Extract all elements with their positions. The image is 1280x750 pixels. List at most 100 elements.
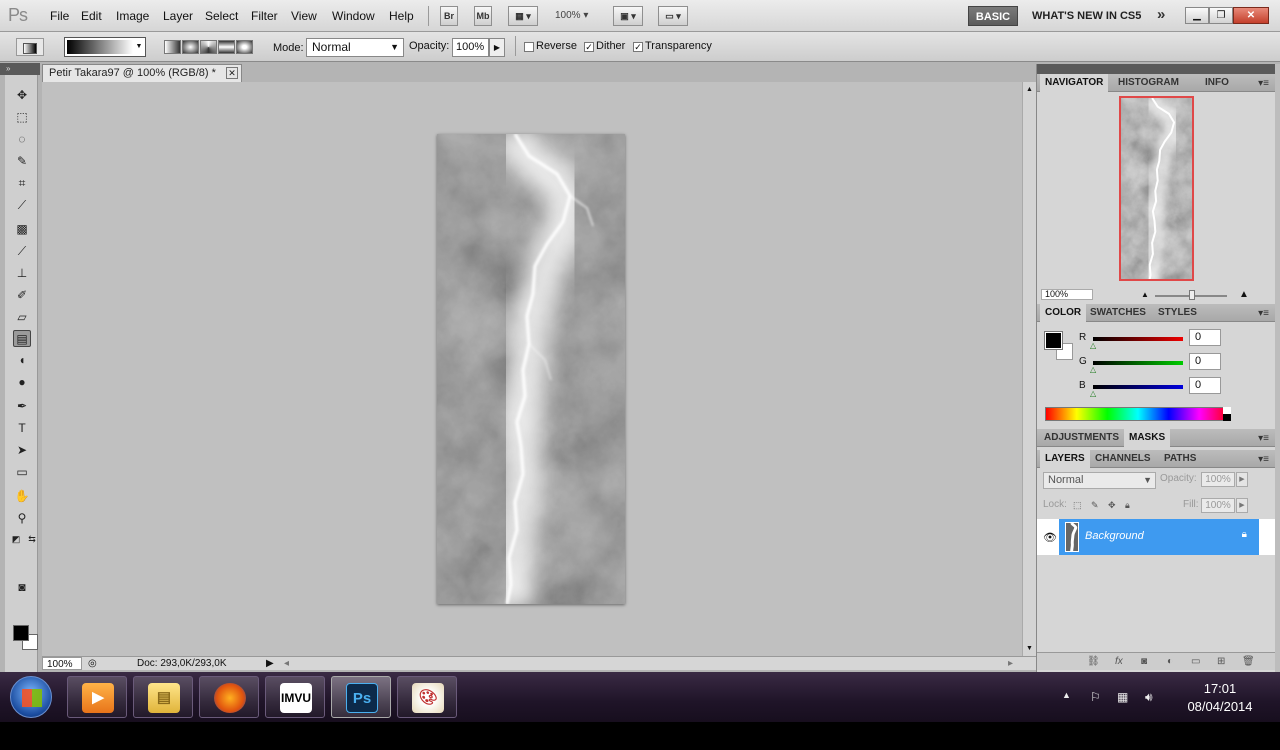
system-clock[interactable]: 17:01 08/04/2014: [1180, 680, 1260, 716]
diamond-gradient-button[interactable]: [236, 40, 253, 54]
green-slider-thumb[interactable]: △: [1090, 365, 1096, 374]
swap-colors-icon[interactable]: ⇆: [23, 531, 41, 548]
toolbar-collapse-handle[interactable]: »: [0, 63, 40, 75]
minimize-button[interactable]: ▁: [1185, 7, 1209, 24]
vertical-scrollbar[interactable]: ▲ ▼: [1022, 82, 1036, 656]
blue-value-input[interactable]: 0: [1189, 377, 1221, 394]
restore-button[interactable]: ❐: [1209, 7, 1233, 24]
rectangle-tool-icon[interactable]: ▭: [13, 464, 31, 481]
extras-dropdown[interactable]: ▦ ▾: [508, 6, 538, 26]
lock-position-icon[interactable]: ✥: [1108, 500, 1118, 510]
menu-view[interactable]: View: [291, 9, 317, 23]
red-slider-thumb[interactable]: △: [1090, 341, 1096, 350]
scroll-left-icon[interactable]: ◂: [284, 657, 289, 670]
brush-tool-icon[interactable]: ⟋: [13, 243, 31, 260]
blue-slider[interactable]: [1093, 385, 1183, 389]
angle-gradient-button[interactable]: [200, 40, 217, 54]
layer-opacity-input[interactable]: 100%: [1201, 472, 1235, 487]
link-layers-icon[interactable]: ⛓: [1087, 656, 1100, 667]
menu-image[interactable]: Image: [116, 9, 149, 23]
mode-select[interactable]: Normal ▼: [306, 38, 404, 57]
new-layer-icon[interactable]: ⊞: [1217, 656, 1225, 667]
foreground-color-swatch[interactable]: [13, 625, 29, 641]
layer-name[interactable]: Background: [1085, 530, 1144, 542]
menu-layer[interactable]: Layer: [163, 9, 193, 23]
document-canvas-area[interactable]: [42, 82, 1022, 656]
status-menu-arrow-icon[interactable]: ▶: [266, 657, 274, 670]
tab-adjustments[interactable]: ADJUSTMENTS: [1044, 432, 1119, 443]
linear-gradient-button[interactable]: [164, 40, 181, 54]
transparency-checkbox[interactable]: ✓: [633, 42, 643, 52]
panel-menu-icon[interactable]: ▾≡: [1258, 78, 1269, 89]
tab-swatches[interactable]: SWATCHES: [1090, 307, 1146, 318]
adjustment-layer-icon[interactable]: ◐: [1167, 656, 1173, 667]
color-spectrum-bar[interactable]: [1045, 407, 1231, 421]
zoom-out-icon[interactable]: ▲: [1141, 290, 1149, 299]
navigator-thumbnail[interactable]: [1119, 96, 1194, 281]
workspace-basic-button[interactable]: BASIC: [968, 6, 1018, 26]
eyedropper-tool-icon[interactable]: ⟋: [13, 197, 31, 214]
tab-channels[interactable]: CHANNELS: [1095, 453, 1151, 464]
screen-mode-button[interactable]: ▭ ▾: [658, 6, 688, 26]
panel-menu-icon[interactable]: ▾≡: [1258, 433, 1269, 444]
tab-navigator[interactable]: NAVIGATOR: [1040, 74, 1109, 92]
green-value-input[interactable]: 0: [1189, 353, 1221, 370]
zoom-level-dropdown[interactable]: 100% ▾: [555, 10, 588, 21]
network-icon[interactable]: ▦: [1117, 690, 1128, 704]
new-group-icon[interactable]: ▭: [1191, 656, 1200, 667]
layer-row[interactable]: 👁︎ Background 🔒︎: [1037, 519, 1275, 555]
start-button[interactable]: [10, 676, 52, 718]
more-workspaces-button[interactable]: »: [1157, 6, 1165, 23]
fill-input[interactable]: 100%: [1201, 498, 1235, 513]
opacity-input[interactable]: 100%: [452, 38, 489, 57]
mini-bridge-button[interactable]: Mb: [474, 6, 492, 26]
lock-image-icon[interactable]: ✎: [1091, 500, 1101, 510]
volume-icon[interactable]: 🔊︎: [1145, 690, 1153, 705]
show-hidden-icons-icon[interactable]: ▲: [1062, 690, 1071, 700]
radial-gradient-button[interactable]: [182, 40, 199, 54]
dodge-tool-icon[interactable]: ●: [13, 374, 31, 391]
marquee-tool-icon[interactable]: ⬚: [13, 109, 31, 126]
eye-icon[interactable]: 👁︎: [1043, 531, 1057, 544]
bridge-button[interactable]: Br: [440, 6, 458, 26]
red-value-input[interactable]: 0: [1189, 329, 1221, 346]
taskbar-paint[interactable]: 🎨︎: [397, 676, 457, 718]
dither-checkbox[interactable]: ✓: [584, 42, 594, 52]
taskbar-photoshop[interactable]: Ps: [331, 676, 391, 718]
healing-brush-tool-icon[interactable]: ▩: [13, 221, 31, 238]
status-info-icon[interactable]: ◎: [88, 657, 97, 670]
menu-filter[interactable]: Filter: [251, 9, 278, 23]
pen-tool-icon[interactable]: ✒: [13, 398, 31, 415]
green-slider[interactable]: [1093, 361, 1183, 365]
tab-histogram[interactable]: HISTOGRAM: [1118, 77, 1179, 88]
menu-window[interactable]: Window: [332, 9, 375, 23]
layer-selected-background[interactable]: Background 🔒︎: [1059, 519, 1259, 555]
move-tool-icon[interactable]: ✥: [13, 87, 31, 104]
zoom-in-icon[interactable]: ▲: [1239, 289, 1249, 300]
opacity-slider-button[interactable]: ▶: [489, 38, 505, 57]
crop-tool-icon[interactable]: ⌗: [13, 175, 31, 192]
panel-foreground-color[interactable]: [1044, 331, 1063, 350]
zoom-field[interactable]: 100%: [42, 657, 82, 670]
blue-slider-thumb[interactable]: △: [1090, 389, 1096, 398]
navigator-zoom-field[interactable]: 100%: [1041, 289, 1093, 300]
zoom-tool-icon[interactable]: ⚲: [13, 510, 31, 527]
quick-mask-icon[interactable]: ◙: [13, 579, 31, 596]
menu-help[interactable]: Help: [389, 9, 414, 23]
reverse-checkbox[interactable]: [524, 42, 534, 52]
fill-arrow[interactable]: ▶: [1236, 498, 1248, 513]
tab-layers[interactable]: LAYERS: [1040, 450, 1090, 468]
scroll-down-icon[interactable]: ▼: [1026, 645, 1033, 652]
path-selection-tool-icon[interactable]: ➤: [13, 442, 31, 459]
tab-paths[interactable]: PATHS: [1164, 453, 1196, 464]
delete-layer-icon[interactable]: 🗑︎: [1242, 656, 1255, 667]
red-slider[interactable]: [1093, 337, 1183, 341]
scroll-right-icon[interactable]: ▸: [1008, 657, 1013, 670]
type-tool-icon[interactable]: T: [13, 420, 31, 437]
layer-opacity-arrow[interactable]: ▶: [1236, 472, 1248, 487]
arrange-documents-button[interactable]: ▣ ▾: [613, 6, 643, 26]
document-tab[interactable]: Petir Takara97 @ 100% (RGB/8) * ✕: [42, 64, 242, 82]
tab-masks[interactable]: MASKS: [1124, 429, 1171, 447]
gradient-tool-icon[interactable]: ▤: [13, 330, 31, 347]
panel-menu-icon[interactable]: ▾≡: [1258, 308, 1269, 319]
